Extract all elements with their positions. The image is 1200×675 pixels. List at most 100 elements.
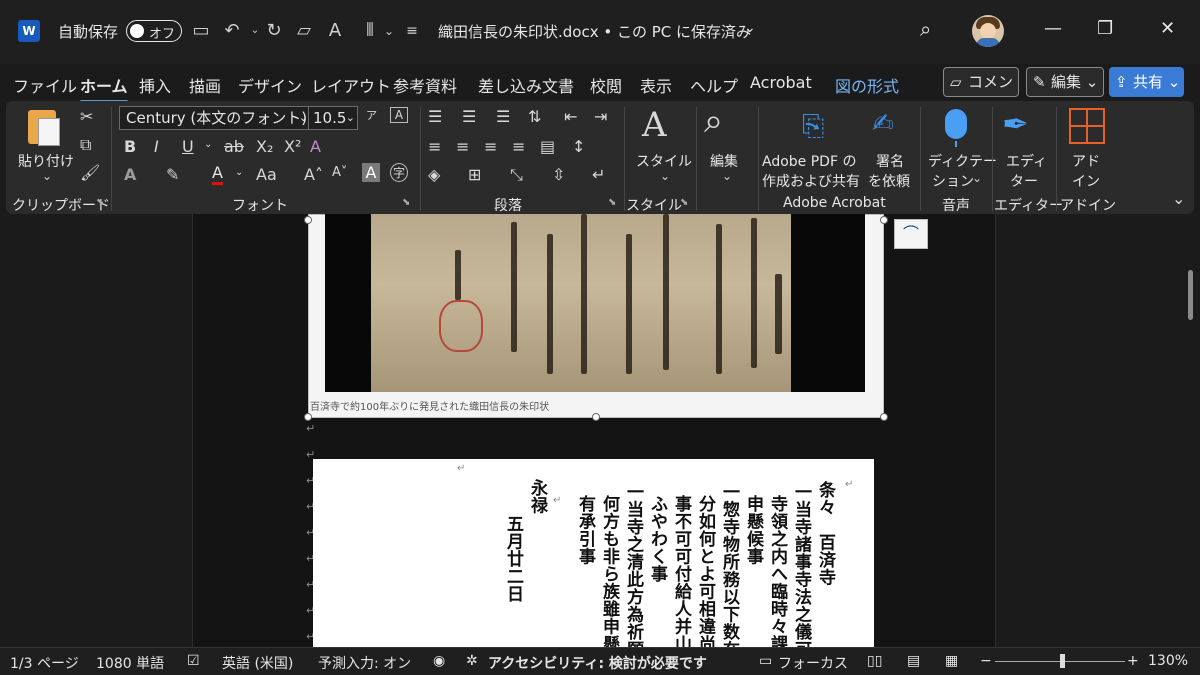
increase-indent-icon[interactable]: ⇥ <box>594 107 607 126</box>
editor-label[interactable]: エディ <box>1006 151 1047 171</box>
format-painter-icon[interactable]: 🖌 <box>80 163 100 182</box>
add-ins-label[interactable]: アド <box>1072 151 1100 171</box>
layout-options-icon[interactable]: ⌒ <box>894 219 928 249</box>
editing-button[interactable]: 編集 <box>710 151 738 171</box>
tab-review[interactable]: 校閲 <box>590 73 622 97</box>
paste-icon[interactable] <box>28 110 60 146</box>
print-layout-icon[interactable]: ▤ <box>907 653 920 669</box>
copy-icon[interactable]: ⧉ <box>80 135 91 155</box>
restore-icon[interactable]: ❐ <box>1097 18 1113 39</box>
minimize-icon[interactable]: — <box>1044 18 1062 39</box>
shading-icon[interactable]: ◈ <box>428 165 440 184</box>
focus-icon[interactable]: ▭ <box>759 653 772 669</box>
resize-handle[interactable] <box>880 216 888 224</box>
chevron-down-icon[interactable]: ⌄ <box>204 139 212 150</box>
dictate-label-2[interactable]: ション <box>932 171 974 191</box>
tab-home[interactable]: ホーム <box>80 73 128 103</box>
chevron-down-icon[interactable]: ⌄ <box>722 169 732 183</box>
edit-mode-button[interactable]: ✎ 編集 ⌄ <box>1026 67 1104 97</box>
strikethrough-icon[interactable]: ab <box>224 137 244 156</box>
text-direction-icon[interactable]: ⤡ <box>510 165 523 185</box>
resize-handle[interactable] <box>592 413 600 421</box>
subscript-icon[interactable]: X₂ <box>256 137 273 156</box>
proofing-icon[interactable]: ☑ <box>187 653 200 669</box>
chevron-down-icon[interactable]: ⌄ <box>972 171 982 185</box>
underline-icon[interactable]: U <box>182 137 194 156</box>
clear-formatting-icon[interactable]: A <box>310 137 321 156</box>
tab-acrobat[interactable]: Acrobat <box>750 73 812 92</box>
multilevel-list-icon[interactable]: ☰ <box>496 107 510 126</box>
character-shading-icon[interactable]: A <box>362 163 380 182</box>
distributed-icon[interactable]: ▤ <box>540 137 555 156</box>
font-color-icon[interactable]: A <box>212 163 223 185</box>
align-center-icon[interactable]: ≡ <box>456 137 469 156</box>
document-photo[interactable] <box>325 214 865 392</box>
chevron-down-icon[interactable]: ⌄ <box>42 169 52 183</box>
save-icon[interactable]: ▭ <box>189 18 213 44</box>
shrink-font-icon[interactable]: A˅ <box>332 165 347 180</box>
comment-button[interactable]: ▱コメント <box>943 67 1019 119</box>
request-signature-icon[interactable]: ✍ <box>872 109 894 139</box>
web-layout-icon[interactable]: ▦ <box>945 653 958 669</box>
bullets-icon[interactable]: ☰ <box>428 107 442 126</box>
tab-mailings[interactable]: 差し込み文書 <box>478 73 574 97</box>
add-ins-icon[interactable] <box>1069 108 1105 144</box>
accessibility-icon[interactable]: ✲ <box>466 653 478 669</box>
chevron-down-icon[interactable]: ⌄ <box>235 167 243 178</box>
font-size-select[interactable]: 10.5 ⌄ <box>308 106 358 130</box>
cut-icon[interactable]: ✂ <box>80 107 93 126</box>
search-icon[interactable]: ⌕ <box>704 101 723 141</box>
share-button[interactable]: ⇪ 共有 ⌄ <box>1109 67 1184 97</box>
accessibility-status[interactable]: アクセシビリティ: 検討が必要です <box>488 653 707 673</box>
editor-pen-icon[interactable]: ✒ <box>1002 105 1029 143</box>
styles-icon[interactable]: A <box>642 105 667 145</box>
chevron-down-icon[interactable]: ⌄ <box>660 169 670 183</box>
tab-file[interactable]: ファイル <box>13 73 77 97</box>
text-effects-icon[interactable]: A <box>124 165 136 184</box>
zoom-out-icon[interactable]: − <box>980 653 992 669</box>
request-signature-label[interactable]: 署名 <box>876 151 904 171</box>
dialog-launcher-icon[interactable]: ⬊ <box>402 197 410 208</box>
word-count[interactable]: 1080 単語 <box>96 653 164 673</box>
display-settings-icon[interactable]: ◉ <box>433 653 445 669</box>
microphone-icon[interactable] <box>945 109 967 147</box>
paste-button[interactable]: 貼り付け <box>18 151 74 171</box>
chevron-down-icon[interactable]: ⌄ <box>1172 189 1185 208</box>
redo-icon[interactable]: ↻ <box>262 18 286 44</box>
avatar[interactable] <box>972 15 1004 47</box>
editor-label-2[interactable]: ター <box>1010 171 1038 191</box>
dialog-launcher-icon[interactable]: ⬊ <box>96 197 104 208</box>
layout-dropdown-icon[interactable]: ⌄ <box>377 18 401 44</box>
close-icon[interactable]: ✕ <box>1160 18 1175 39</box>
document-title[interactable]: 織田信長の朱印状.docx • この PC に保存済み <box>438 21 751 42</box>
tab-draw[interactable]: 描画 <box>189 73 221 97</box>
read-aloud-icon[interactable]: A <box>323 18 347 44</box>
predictive-text-status[interactable]: 予測入力: オン <box>318 653 411 673</box>
numbering-icon[interactable]: ☰ <box>462 107 476 126</box>
undo-icon[interactable]: ↶ <box>220 18 244 44</box>
borders-icon[interactable]: ⊞ <box>468 165 481 184</box>
resize-handle[interactable] <box>880 413 888 421</box>
superscript-icon[interactable]: X² <box>284 137 301 156</box>
dialog-launcher-icon[interactable]: ⬊ <box>608 197 616 208</box>
tab-layout[interactable]: レイアウト <box>311 73 391 97</box>
autosave-toggle[interactable]: オフ <box>126 20 182 42</box>
resize-handle[interactable] <box>304 216 312 224</box>
tab-help[interactable]: ヘルプ <box>690 73 738 97</box>
bold-icon[interactable]: B <box>124 137 136 156</box>
add-ins-label-2[interactable]: イン <box>1072 171 1100 191</box>
styles-button[interactable]: スタイル <box>636 151 692 171</box>
line-spacing-icon[interactable]: ↕ <box>572 137 585 156</box>
font-name-select[interactable]: Century (本文のフォント) ⌄ <box>119 106 311 130</box>
grow-font-icon[interactable]: A˄ <box>304 165 323 184</box>
asian-layout-icon[interactable]: ⇳ <box>552 165 565 184</box>
tab-picture-format[interactable]: 図の形式 <box>835 73 899 97</box>
language-indicator[interactable]: 英語 (米国) <box>222 653 293 673</box>
tab-view[interactable]: 表示 <box>640 73 672 97</box>
align-left-icon[interactable]: ≡ <box>428 137 441 156</box>
show-marks-icon[interactable]: ↵ <box>592 165 605 184</box>
justify-icon[interactable]: ≡ <box>512 137 525 156</box>
dictate-label[interactable]: ディクテー <box>928 151 997 171</box>
create-pdf-label-2[interactable]: 作成および共有 <box>762 171 860 191</box>
zoom-slider-thumb[interactable] <box>1060 654 1065 668</box>
